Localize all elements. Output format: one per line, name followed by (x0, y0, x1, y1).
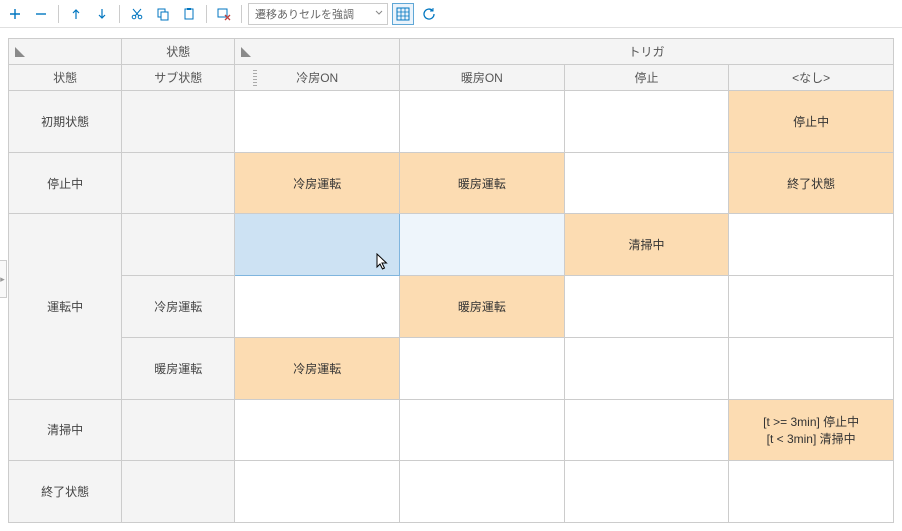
col-heat-header[interactable]: 暖房ON (400, 65, 565, 91)
expand-left-tab-icon[interactable]: ▸ (0, 260, 7, 298)
delete-cell-icon[interactable] (213, 3, 235, 25)
cell-heat[interactable]: 暖房運転 (400, 152, 565, 214)
cell-none[interactable]: 終了状態 (729, 152, 894, 214)
cell-heat[interactable] (400, 337, 565, 399)
highlight-select[interactable]: 遷移ありセルを強調 (248, 3, 388, 25)
separator (58, 5, 59, 23)
cell-stop[interactable] (564, 461, 729, 523)
table-row[interactable]: 初期状態 停止中 (9, 91, 894, 153)
table-row[interactable]: 清掃中 [t >= 3min] 停止中 [t < 3min] 清掃中 (9, 399, 894, 461)
cell-cool[interactable] (235, 461, 400, 523)
state-group-header: 状態 (122, 39, 235, 65)
cell-none[interactable] (729, 461, 894, 523)
col-stop-header[interactable]: 停止 (564, 65, 729, 91)
substate-label (122, 214, 235, 276)
col-none-header[interactable]: <なし> (729, 65, 894, 91)
cell-none[interactable] (729, 214, 894, 276)
cell-cool[interactable] (235, 276, 400, 338)
highlight-select-label: 遷移ありセルを強調 (255, 6, 354, 22)
cell-stop[interactable] (564, 152, 729, 214)
cell-cool[interactable] (235, 214, 400, 276)
cell-stop[interactable] (564, 276, 729, 338)
substate-label: 暖房運転 (122, 337, 235, 399)
separator (119, 5, 120, 23)
state-label: 停止中 (9, 152, 122, 214)
arrow-down-icon[interactable] (91, 3, 113, 25)
cell-heat[interactable] (400, 399, 565, 461)
refresh-icon[interactable] (418, 3, 440, 25)
cell-none[interactable] (729, 337, 894, 399)
cut-icon[interactable] (126, 3, 148, 25)
separator (241, 5, 242, 23)
cell-stop[interactable] (564, 337, 729, 399)
cell-heat[interactable] (400, 461, 565, 523)
arrow-up-icon[interactable] (65, 3, 87, 25)
table-row[interactable]: 停止中 冷房運転暖房運転 終了状態 (9, 152, 894, 214)
remove-icon[interactable] (30, 3, 52, 25)
toolbar: 遷移ありセルを強調 (0, 0, 902, 28)
cell-stop[interactable] (564, 399, 729, 461)
state-transition-table[interactable]: 状態 トリガ 状態 サブ状態 冷房ON 暖房ON 停止 <なし> 初期状態停止中… (8, 38, 894, 523)
add-icon[interactable] (4, 3, 26, 25)
cell-stop[interactable]: 清掃中 (564, 214, 729, 276)
substate-label: 冷房運転 (122, 276, 235, 338)
cell-stop[interactable] (564, 91, 729, 153)
col-substate-header[interactable]: サブ状態 (122, 65, 235, 91)
col-state-header[interactable]: 状態 (9, 65, 122, 91)
table-row[interactable]: 冷房運転 暖房運転 (9, 276, 894, 338)
cell-cool[interactable]: 冷房運転 (235, 152, 400, 214)
col-cool-header[interactable]: 冷房ON (235, 65, 400, 91)
substate-label (122, 399, 235, 461)
state-label: 清掃中 (9, 399, 122, 461)
cell-none[interactable]: 停止中 (729, 91, 894, 153)
cell-cool[interactable] (235, 91, 400, 153)
separator (206, 5, 207, 23)
cell-cool[interactable]: 冷房運転 (235, 337, 400, 399)
cell-cool[interactable] (235, 399, 400, 461)
grid-view-icon[interactable] (392, 3, 414, 25)
state-label: 運転中 (9, 214, 122, 399)
cell-heat[interactable] (400, 214, 565, 276)
cell-none[interactable]: [t >= 3min] 停止中 [t < 3min] 清掃中 (729, 399, 894, 461)
state-label: 初期状態 (9, 91, 122, 153)
table-row[interactable]: 暖房運転冷房運転 (9, 337, 894, 399)
state-table-container: 状態 トリガ 状態 サブ状態 冷房ON 暖房ON 停止 <なし> 初期状態停止中… (8, 38, 894, 523)
substate-label (122, 91, 235, 153)
paste-icon[interactable] (178, 3, 200, 25)
cell-none[interactable] (729, 276, 894, 338)
chevron-down-icon (375, 8, 383, 20)
substate-label (122, 461, 235, 523)
trigger-group-header: トリガ (400, 39, 894, 65)
copy-icon[interactable] (152, 3, 174, 25)
cell-heat[interactable] (400, 91, 565, 153)
table-row[interactable]: 運転中清掃中 (9, 214, 894, 276)
substate-label (122, 152, 235, 214)
cell-heat[interactable]: 暖房運転 (400, 276, 565, 338)
corner-trigger-icon (235, 39, 400, 65)
table-row[interactable]: 終了状態 (9, 461, 894, 523)
state-label: 終了状態 (9, 461, 122, 523)
corner-state-icon (9, 39, 122, 65)
